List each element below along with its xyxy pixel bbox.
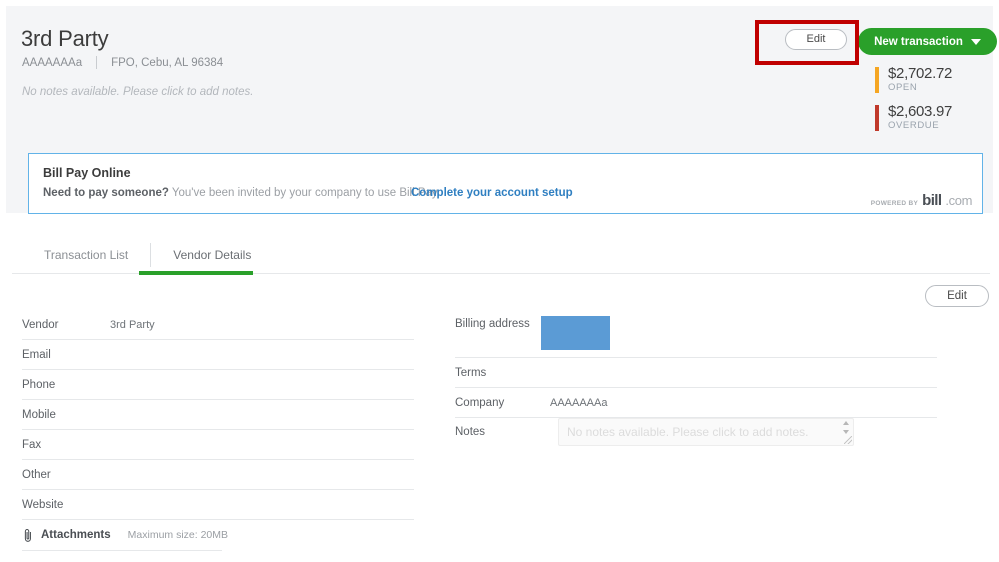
bill-pay-message-rest: You've been invited by your company to u… [169,187,440,199]
field-mobile[interactable]: Mobile [22,400,414,430]
notes-input[interactable]: No notes available. Please click to add … [558,418,854,446]
attachments-row[interactable]: Attachments Maximum size: 20MB [22,520,414,550]
bill-pay-banner: Bill Pay Online Need to pay someone? You… [28,153,983,214]
open-amount-label: OPEN [888,82,952,94]
page-header: 3rd Party AAAAAAAa FPO, Cebu, AL 96384 N… [6,6,993,213]
paperclip-icon [22,528,34,543]
field-label-phone: Phone [22,379,110,391]
complete-account-setup-link[interactable]: Complete your account setup [411,187,573,199]
tab-vendor-details[interactable]: Vendor Details [151,240,273,270]
field-terms[interactable]: Terms [455,358,937,388]
field-label-website: Website [22,499,110,511]
field-label-fax: Fax [22,439,110,451]
powered-by-bill-logo: POWERED BY bill .com [871,192,972,209]
overdue-status-bar [875,105,879,131]
overdue-amount-label: OVERDUE [888,120,952,132]
details-edit-button[interactable]: Edit [925,285,989,307]
billing-address-redacted-block [541,316,610,350]
attachments-rule [22,550,222,551]
notes-resize-handle[interactable] [844,436,852,444]
notes-placeholder-text: No notes available. Please click to add … [567,425,808,439]
amount-open: $2,702.72 OPEN [875,65,952,94]
chevron-down-icon [971,39,981,45]
field-other[interactable]: Other [22,460,414,490]
field-label-email: Email [22,349,110,361]
new-transaction-button[interactable]: New transaction [858,28,997,55]
vendor-billing-fields: Billing address Terms Company AAAAAAAa N… [455,310,937,460]
field-label-terms: Terms [455,367,550,379]
page-title: 3rd Party [21,26,108,52]
field-value-vendor: 3rd Party [110,319,155,331]
overdue-amount-value: $2,603.97 [888,103,952,120]
field-label-billing-address: Billing address [455,318,550,330]
field-phone[interactable]: Phone [22,370,414,400]
field-billing-address[interactable]: Billing address [455,310,937,358]
amount-summary: $2,702.72 OPEN $2,603.97 OVERDUE [875,65,952,141]
field-label-mobile: Mobile [22,409,110,421]
field-company[interactable]: Company AAAAAAAa [455,388,937,418]
edit-button[interactable]: Edit [785,29,847,50]
vendor-subtitle: AAAAAAAa FPO, Cebu, AL 96384 [22,56,223,69]
vendor-address: FPO, Cebu, AL 96384 [111,57,223,69]
bill-brand-tld: .com [945,193,972,208]
notes-stepper-icon[interactable] [841,421,850,434]
field-email[interactable]: Email [22,340,414,370]
field-fax[interactable]: Fax [22,430,414,460]
powered-by-label: POWERED BY [871,200,918,207]
header-notes-placeholder[interactable]: No notes available. Please click to add … [22,86,253,98]
bill-pay-message: Need to pay someone? You've been invited… [43,187,440,199]
open-status-bar [875,67,879,93]
bill-pay-message-bold: Need to pay someone? [43,187,169,199]
field-notes: Notes No notes available. Please click t… [455,418,937,460]
field-label-company: Company [455,397,550,409]
stepper-up-icon[interactable] [843,421,849,425]
field-label-other: Other [22,469,110,481]
open-amount-value: $2,702.72 [888,65,952,82]
field-label-notes: Notes [455,418,550,438]
vendor-details-page: 3rd Party AAAAAAAa FPO, Cebu, AL 96384 N… [0,0,999,562]
field-label-vendor: Vendor [22,319,110,331]
vendor-company-short: AAAAAAAa [22,57,82,69]
subtitle-divider [96,56,97,69]
vendor-contact-fields: Vendor 3rd Party Email Phone Mobile Fax … [22,310,414,550]
tab-transaction-list[interactable]: Transaction List [22,240,150,270]
bill-brand-text: bill [922,192,941,209]
attachments-max-size: Maximum size: 20MB [128,529,228,541]
bill-pay-title: Bill Pay Online [43,166,131,180]
new-transaction-label: New transaction [874,36,963,48]
field-vendor[interactable]: Vendor 3rd Party [22,310,414,340]
field-website[interactable]: Website [22,490,414,520]
detail-tabs: Transaction List Vendor Details [22,240,273,270]
active-tab-indicator [139,271,253,275]
amount-overdue: $2,603.97 OVERDUE [875,103,952,132]
field-value-company: AAAAAAAa [550,397,607,409]
attachments-label: Attachments [41,529,111,541]
stepper-down-icon[interactable] [843,430,849,434]
